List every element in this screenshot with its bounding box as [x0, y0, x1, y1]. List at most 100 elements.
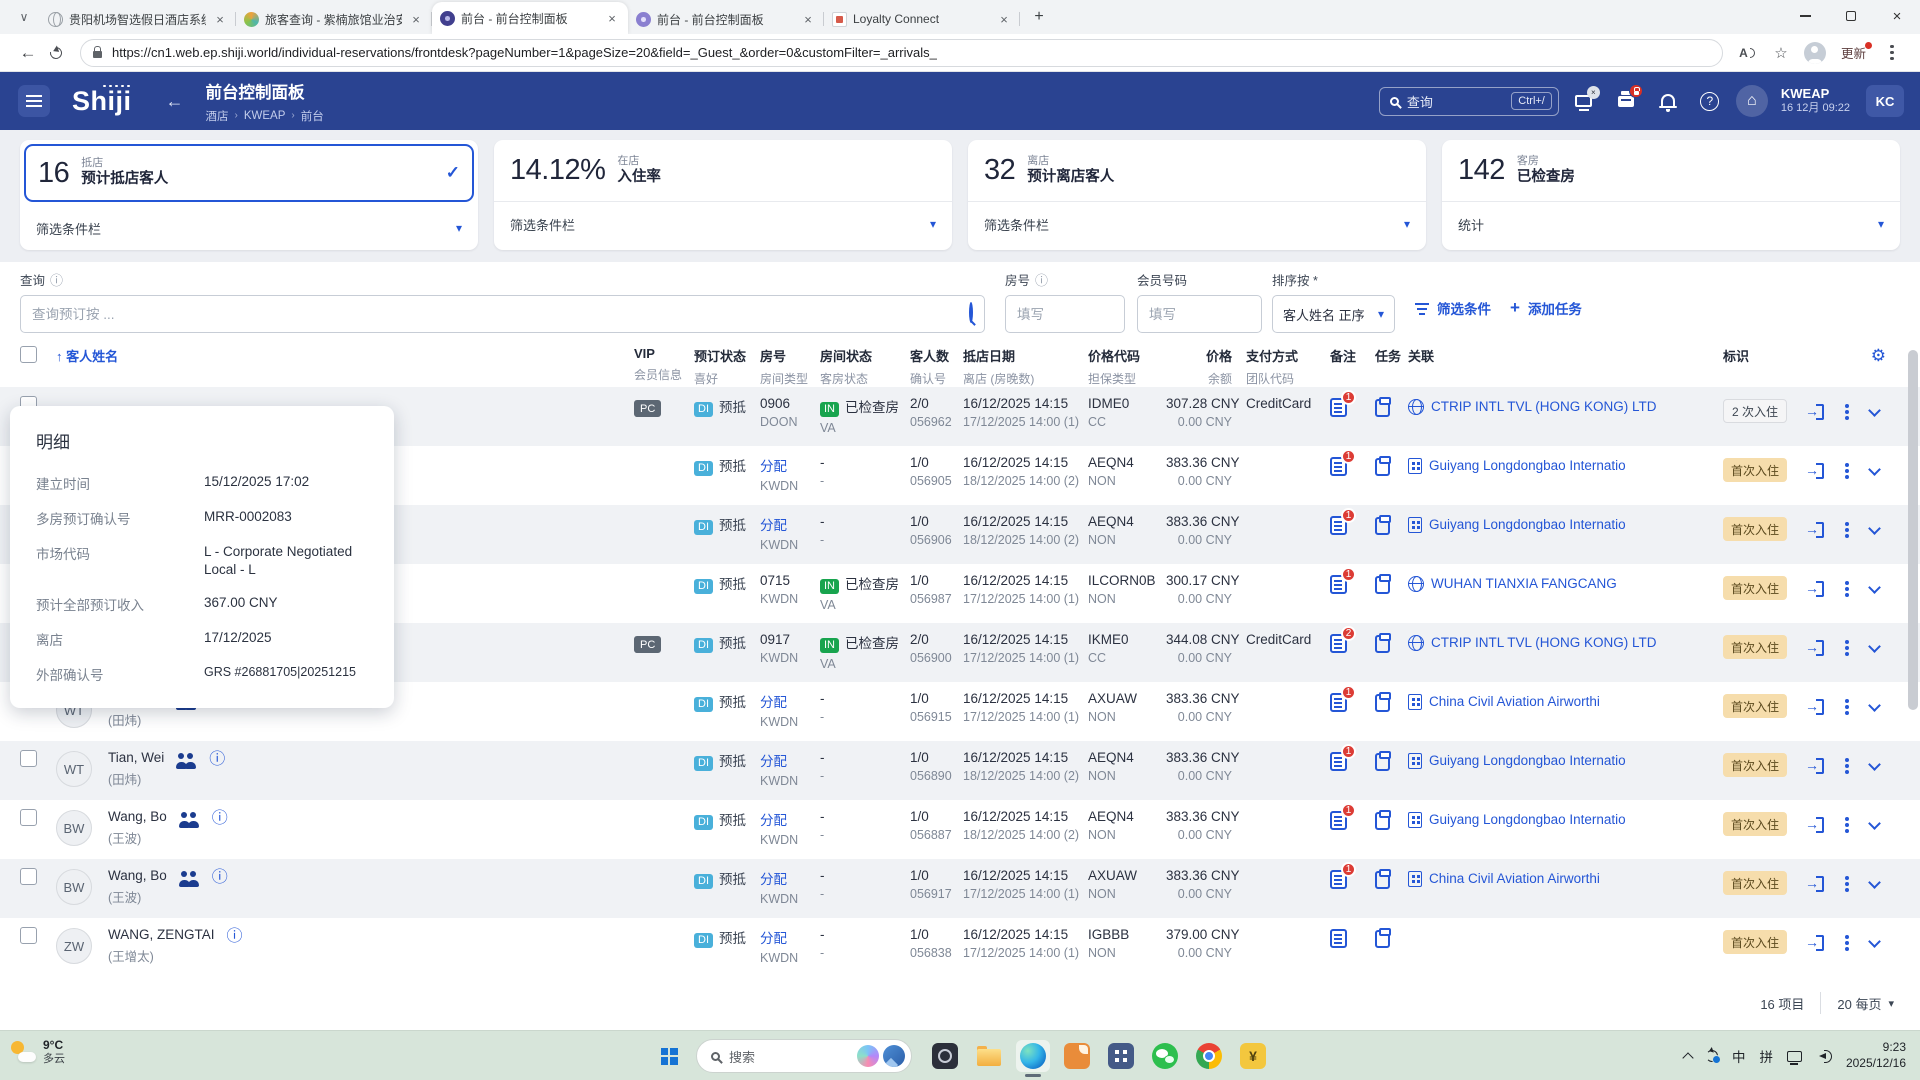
- check-in-icon[interactable]: [1805, 817, 1824, 833]
- notes-icon[interactable]: 1: [1330, 744, 1356, 771]
- search-highlight-icon[interactable]: [883, 1045, 905, 1067]
- taskbar-app-media[interactable]: [928, 1040, 962, 1072]
- taskbar-app-edge[interactable]: [1016, 1040, 1050, 1077]
- column-tasks[interactable]: 任务: [1375, 346, 1408, 365]
- copilot-icon[interactable]: [857, 1045, 879, 1067]
- breadcrumb-hotel[interactable]: 酒店: [206, 108, 229, 124]
- workstation-monitor-icon[interactable]: ×: [1567, 84, 1601, 118]
- relation-link[interactable]: CTRIP INTL TVL (HONG KONG) LTD: [1408, 396, 1723, 415]
- allocate-link[interactable]: 分配: [760, 514, 820, 534]
- allocate-link[interactable]: 分配: [760, 455, 820, 475]
- select-all-checkbox[interactable]: [20, 346, 37, 363]
- column-vip[interactable]: VIP 会员信息: [634, 346, 694, 383]
- table-settings-gear-icon[interactable]: ⚙: [1871, 346, 1900, 366]
- refresh-icon[interactable]: [42, 39, 70, 67]
- info-icon[interactable]: ⓘ: [50, 270, 63, 289]
- member-number-input[interactable]: [1137, 295, 1262, 333]
- row-menu-kebab-icon[interactable]: [1845, 882, 1849, 886]
- favorite-star-icon[interactable]: ☆: [1767, 39, 1795, 67]
- expand-chevron-icon[interactable]: [1868, 521, 1881, 535]
- app-back-icon[interactable]: ←: [166, 91, 184, 112]
- taskbar-app-orange[interactable]: [1060, 1040, 1094, 1072]
- info-icon[interactable]: ⓘ: [209, 752, 225, 768]
- expand-chevron-icon[interactable]: [1868, 816, 1881, 830]
- allocate-link[interactable]: 分配: [760, 809, 820, 829]
- check-in-icon[interactable]: [1805, 876, 1824, 892]
- check-in-icon[interactable]: [1805, 699, 1824, 715]
- network-monitor-icon[interactable]: [1786, 1050, 1802, 1065]
- info-icon[interactable]: ⓘ: [212, 811, 228, 827]
- allocate-link[interactable]: 分配: [760, 750, 820, 770]
- browser-tab-2[interactable]: 旅客查询 - 紫楠旅馆业治安信息管 ×: [236, 4, 432, 34]
- browser-tab-3-active[interactable]: 前台 - 前台控制面板 ×: [432, 2, 628, 34]
- column-dates[interactable]: 抵店日期 离店 (房晚数): [963, 346, 1088, 387]
- breadcrumb-page[interactable]: 前台: [301, 108, 324, 124]
- info-icon[interactable]: ⓘ: [212, 870, 228, 886]
- notifications-bell-icon[interactable]: [1651, 84, 1685, 118]
- browser-tab-4[interactable]: 前台 - 前台控制面板 ×: [628, 4, 824, 34]
- check-in-icon[interactable]: [1805, 522, 1824, 538]
- check-in-icon[interactable]: [1805, 640, 1824, 656]
- read-aloud-icon[interactable]: A: [1733, 39, 1761, 67]
- url-text[interactable]: https://cn1.web.ep.shiji.world/individua…: [112, 45, 937, 60]
- info-icon[interactable]: ⓘ: [1035, 270, 1048, 289]
- speaker-icon[interactable]: [1816, 1050, 1832, 1063]
- row-menu-kebab-icon[interactable]: [1845, 646, 1849, 650]
- notes-icon[interactable]: 1: [1330, 803, 1356, 830]
- browser-menu-kebab-icon[interactable]: [1878, 39, 1906, 67]
- minimize-button[interactable]: [1782, 0, 1828, 32]
- tab-close-icon[interactable]: ×: [996, 12, 1012, 27]
- row-menu-kebab-icon[interactable]: [1845, 528, 1849, 532]
- column-guests[interactable]: 客人数 确认号: [910, 346, 963, 387]
- card-arrivals-stat[interactable]: 16 抵店 预计抵店客人 ✓: [24, 144, 474, 202]
- tab-close-icon[interactable]: ×: [408, 12, 424, 27]
- tab-search-chevron-icon[interactable]: ∨: [10, 3, 38, 31]
- maximize-button[interactable]: [1828, 0, 1874, 32]
- check-in-icon[interactable]: [1805, 935, 1824, 951]
- hamburger-menu-icon[interactable]: [18, 85, 50, 117]
- table-row[interactable]: ZW WANG, ZENGTAI (王增太) ⓘ DI 预抵 分配 KWDN - - 1…: [0, 918, 1920, 977]
- card-filter-dropdown[interactable]: 筛选条件栏 ▾: [20, 206, 478, 250]
- column-payment[interactable]: 支付方式 团队代码: [1232, 346, 1330, 387]
- taskbar-search[interactable]: 搜索: [696, 1039, 912, 1073]
- table-row[interactable]: WT Tian, Wei (田炜) ⓘ DI 预抵 分配 KWDN - - 1/0 056…: [0, 741, 1920, 800]
- cash-register-icon[interactable]: [1609, 84, 1643, 118]
- user-avatar-button[interactable]: KC: [1866, 85, 1904, 117]
- taskbar-app-explorer[interactable]: [972, 1040, 1006, 1072]
- row-menu-kebab-icon[interactable]: [1845, 705, 1849, 709]
- notes-icon[interactable]: 1: [1330, 685, 1356, 712]
- room-number-input[interactable]: [1005, 295, 1125, 333]
- relation-link[interactable]: Guiyang Longdongbao Internatio: [1408, 809, 1723, 828]
- column-badge[interactable]: 标识: [1723, 346, 1805, 365]
- relation-link[interactable]: Guiyang Longdongbao Internatio: [1408, 514, 1723, 533]
- browser-tab-1[interactable]: 贵阳机场智选假日酒店系统网址导 ×: [40, 4, 236, 34]
- relation-link[interactable]: Guiyang Longdongbao Internatio: [1408, 750, 1723, 769]
- tasks-clipboard-icon[interactable]: [1375, 869, 1391, 889]
- notes-icon[interactable]: 1: [1330, 449, 1356, 476]
- ime-mode[interactable]: 拼: [1759, 1046, 1773, 1066]
- taskbar-clock[interactable]: 9:23 2025/12/16: [1846, 1040, 1906, 1071]
- expand-chevron-icon[interactable]: [1868, 580, 1881, 594]
- sort-by-select[interactable]: 客人姓名 正序 ▾: [1272, 295, 1395, 333]
- tasks-clipboard-icon[interactable]: [1375, 397, 1391, 417]
- global-search-input[interactable]: 查询 Ctrl+/: [1378, 86, 1559, 116]
- taskbar-app-finance[interactable]: ¥: [1236, 1040, 1270, 1072]
- row-checkbox[interactable]: [20, 809, 37, 826]
- expand-chevron-icon[interactable]: [1868, 403, 1881, 417]
- row-checkbox[interactable]: [20, 750, 37, 767]
- column-notes[interactable]: 备注: [1330, 346, 1375, 365]
- check-in-icon[interactable]: [1805, 404, 1824, 420]
- taskbar-app-grid[interactable]: [1104, 1040, 1138, 1072]
- notes-icon[interactable]: 1: [1330, 567, 1356, 594]
- vertical-scrollbar[interactable]: [1908, 350, 1918, 710]
- info-icon[interactable]: ⓘ: [227, 929, 243, 945]
- column-rate-code[interactable]: 价格代码 担保类型: [1088, 346, 1166, 387]
- check-in-icon[interactable]: [1805, 758, 1824, 774]
- relation-link[interactable]: CTRIP INTL TVL (HONG KONG) LTD: [1408, 632, 1723, 651]
- start-button[interactable]: [652, 1040, 686, 1072]
- notes-icon[interactable]: [1330, 929, 1347, 948]
- column-price[interactable]: 价格 余额: [1166, 346, 1232, 387]
- card-filter-dropdown[interactable]: 筛选条件栏 ▾: [494, 202, 952, 246]
- tab-close-icon[interactable]: ×: [212, 12, 228, 27]
- relation-link[interactable]: China Civil Aviation Airworthi: [1408, 691, 1723, 710]
